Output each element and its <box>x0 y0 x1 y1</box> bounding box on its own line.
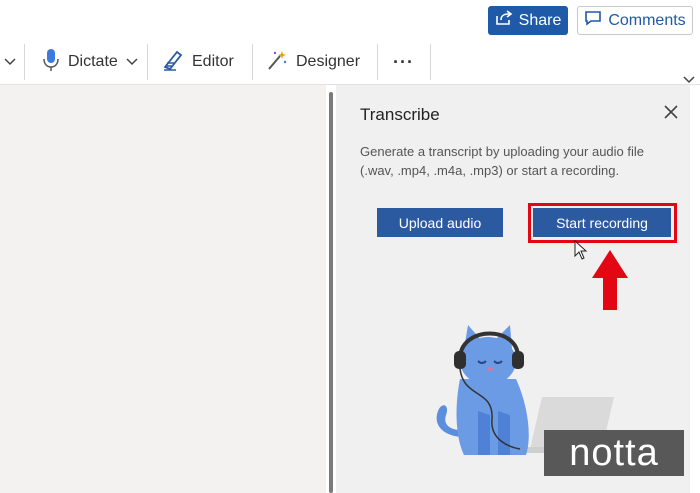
ribbon-divider <box>252 44 253 80</box>
ribbon-divider <box>377 44 378 80</box>
editor-pen-icon <box>162 49 184 76</box>
upload-audio-button[interactable]: Upload audio <box>377 208 503 237</box>
document-scrollbar[interactable] <box>329 92 333 493</box>
red-arrow-up-icon <box>590 248 630 317</box>
comments-label: Comments <box>608 11 686 29</box>
share-button[interactable]: Share <box>488 6 568 35</box>
designer-wand-icon <box>266 49 288 76</box>
ribbon-divider <box>430 44 431 80</box>
notta-watermark-logo: notta <box>544 430 684 476</box>
share-label: Share <box>518 11 562 29</box>
more-options-button[interactable]: ··· <box>393 48 414 76</box>
comments-button[interactable]: Comments <box>577 6 693 35</box>
editor-button[interactable]: Editor <box>162 48 234 76</box>
designer-button[interactable]: Designer <box>266 48 360 76</box>
ribbon-divider <box>147 44 148 80</box>
editor-label: Editor <box>192 53 234 70</box>
dictate-label: Dictate <box>68 53 118 70</box>
share-icon <box>495 10 513 31</box>
close-icon[interactable] <box>662 103 680 121</box>
document-canvas[interactable] <box>0 85 326 493</box>
dictate-chevron-down-icon[interactable] <box>126 53 138 71</box>
comment-icon <box>584 10 602 31</box>
dictate-button[interactable]: Dictate <box>42 48 138 76</box>
designer-label: Designer <box>296 53 361 70</box>
start-recording-button[interactable]: Start recording <box>533 208 671 237</box>
ribbon-divider <box>24 44 25 80</box>
microphone-icon <box>42 48 60 77</box>
upload-audio-label: Upload audio <box>398 214 482 231</box>
pane-edge <box>690 85 700 493</box>
top-bar: Share Comments <box>0 0 700 40</box>
pane-description: Generate a transcript by uploading your … <box>360 144 645 178</box>
start-recording-label: Start recording <box>556 214 648 231</box>
watermark-text: notta <box>569 431 659 474</box>
ribbon-toolbar: Dictate Editor Designer ··· <box>0 40 700 85</box>
pane-title: Transcribe <box>360 105 440 124</box>
more-options-label: ··· <box>393 51 414 72</box>
mouse-cursor-icon <box>574 239 588 265</box>
chevron-down-icon[interactable] <box>4 48 16 76</box>
